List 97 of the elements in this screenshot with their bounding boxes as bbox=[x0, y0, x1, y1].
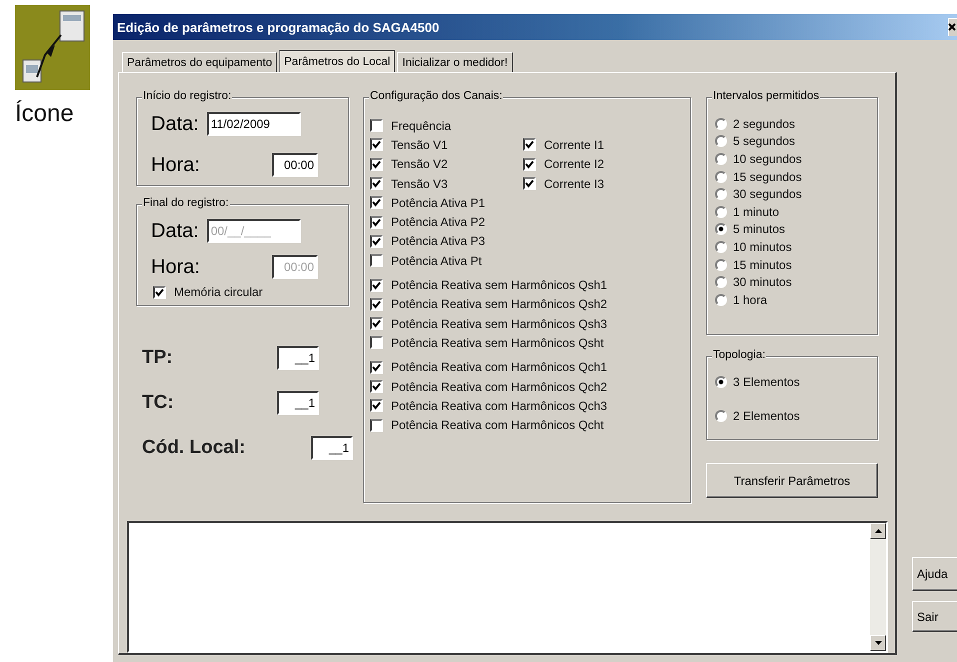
checkbox-label: Tensão V1 bbox=[391, 138, 448, 152]
radio-label: 2 segundos bbox=[733, 116, 796, 131]
radio-button[interactable] bbox=[715, 118, 727, 130]
field-label: TP: bbox=[142, 347, 173, 369]
checkbox-label: Potência Reativa sem Harmônicos Qsh3 bbox=[391, 316, 608, 331]
scrollbar[interactable] bbox=[870, 523, 886, 651]
icon-caption: Ícone bbox=[15, 100, 75, 128]
field-label: Hora: bbox=[151, 256, 200, 278]
checkbox[interactable] bbox=[370, 317, 383, 330]
radio-label: 30 segundos bbox=[733, 187, 802, 202]
radio-button[interactable] bbox=[715, 206, 727, 218]
scroll-up-icon bbox=[874, 529, 882, 534]
input-field[interactable]: __1 bbox=[277, 346, 319, 370]
meter-icon bbox=[15, 5, 90, 90]
radio-label: 2 Elementos bbox=[733, 409, 800, 424]
checkbox[interactable] bbox=[370, 177, 383, 190]
radio-button[interactable] bbox=[715, 410, 727, 422]
radio-label: 10 minutos bbox=[733, 240, 792, 254]
radio-button[interactable] bbox=[715, 135, 727, 148]
field-label: Data: bbox=[151, 220, 199, 242]
radio-button[interactable] bbox=[715, 240, 727, 253]
field-label: Hora: bbox=[151, 154, 200, 176]
input-field[interactable]: 00:00 bbox=[272, 153, 318, 177]
checkbox-label: Potência Reativa sem Harmônicos Qsh2 bbox=[391, 297, 608, 312]
checkbox-label: Potência Reativa com Harmônicos Qch3 bbox=[391, 398, 608, 413]
checkbox-label: Potência Reativa com Harmônicos Qch1 bbox=[391, 360, 608, 374]
group-title: Configuração dos Canais: bbox=[369, 90, 504, 102]
transfer-button[interactable]: Transferir Parâmetros bbox=[706, 463, 878, 498]
checkbox[interactable] bbox=[370, 158, 383, 171]
checkbox-label: Tensão V2 bbox=[391, 157, 448, 172]
radio-button[interactable] bbox=[715, 294, 727, 306]
checkbox[interactable] bbox=[523, 138, 536, 152]
checkbox-label: Potência Reativa sem Harmônicos Qsh1 bbox=[391, 278, 608, 292]
scroll-down-icon bbox=[874, 641, 882, 645]
tab[interactable]: Parâmetros do Local bbox=[279, 50, 396, 72]
radio-label: 1 minuto bbox=[733, 204, 780, 219]
checkbox[interactable] bbox=[370, 119, 383, 132]
checkbox[interactable] bbox=[153, 286, 166, 298]
close-icon bbox=[948, 23, 956, 31]
tab[interactable]: Parâmetros do equipamento bbox=[122, 52, 278, 72]
input-field[interactable]: __1 bbox=[311, 436, 353, 460]
radio-label: 3 Elementos bbox=[733, 374, 800, 389]
input-field[interactable]: 11/02/2009 bbox=[206, 112, 301, 136]
checkbox[interactable] bbox=[370, 254, 383, 268]
checkbox-label: Potência Reativa sem Harmônicos Qsht bbox=[391, 336, 604, 350]
field-label: Cód. Local: bbox=[142, 437, 246, 459]
checkbox-label: Potência Reativa com Harmônicos Qcht bbox=[391, 418, 604, 432]
close-button[interactable] bbox=[948, 18, 957, 36]
radio-button[interactable] bbox=[715, 188, 727, 200]
checkbox-label: Corrente I2 bbox=[544, 157, 604, 172]
radio-label: 15 minutos bbox=[733, 258, 792, 272]
radio-button[interactable] bbox=[715, 258, 727, 271]
checkbox-label: Potência Ativa P2 bbox=[391, 215, 486, 230]
checkbox[interactable] bbox=[370, 298, 383, 311]
checkbox[interactable] bbox=[370, 380, 383, 393]
radio-button[interactable] bbox=[715, 223, 727, 236]
checkbox-label: Potência Ativa P1 bbox=[391, 196, 486, 210]
checkbox-label: Potência Reativa com Harmônicos Qch2 bbox=[391, 380, 608, 394]
checkbox[interactable] bbox=[370, 418, 383, 432]
checkbox-label: Potência Ativa P3 bbox=[391, 234, 486, 248]
radio-button[interactable] bbox=[715, 152, 727, 165]
group-title: Topologia: bbox=[712, 349, 766, 361]
checkbox[interactable] bbox=[370, 360, 383, 374]
group-title: Início do registro: bbox=[142, 90, 232, 102]
tab[interactable]: Inicializar o medidor! bbox=[397, 52, 513, 72]
radio-button[interactable] bbox=[715, 276, 727, 288]
radio-label: 5 segundos bbox=[733, 134, 796, 148]
checkbox[interactable] bbox=[370, 234, 383, 248]
input-field[interactable]: __1 bbox=[277, 391, 319, 415]
radio-button[interactable] bbox=[715, 376, 727, 388]
radio-label: 30 minutos bbox=[733, 275, 792, 290]
field-label: TC: bbox=[142, 392, 174, 414]
radio-button[interactable] bbox=[715, 170, 727, 183]
dialog-button[interactable]: Ajuda bbox=[912, 557, 957, 591]
checkbox-label: Potência Ativa Pt bbox=[391, 254, 482, 268]
checkbox[interactable] bbox=[370, 336, 383, 350]
group-title: Final do registro: bbox=[142, 197, 230, 209]
checkbox-label: Corrente I1 bbox=[544, 138, 604, 152]
radio-label: 5 minutos bbox=[733, 222, 786, 236]
checkbox[interactable] bbox=[370, 138, 383, 152]
radio-label: 15 segundos bbox=[733, 170, 802, 184]
radio-label: 10 segundos bbox=[733, 152, 802, 166]
dialog-button[interactable]: Sair bbox=[912, 601, 957, 632]
checkbox-label: Corrente I3 bbox=[544, 176, 604, 191]
field-label: Data: bbox=[151, 112, 199, 136]
checkbox[interactable] bbox=[370, 196, 383, 210]
window-title: Edição de parâmetros e programação do SAGA4500 bbox=[117, 20, 440, 34]
radio-label: 1 hora bbox=[733, 292, 768, 307]
checkbox-label: Tensão V3 bbox=[391, 176, 448, 191]
checkbox-label: Frequência bbox=[391, 118, 452, 133]
checkbox-label: Memória circular bbox=[174, 285, 263, 299]
checkbox[interactable] bbox=[523, 158, 536, 171]
checkbox[interactable] bbox=[370, 399, 383, 412]
checkbox[interactable] bbox=[370, 216, 383, 229]
checkbox[interactable] bbox=[370, 278, 383, 292]
checkbox[interactable] bbox=[523, 177, 536, 190]
group-title: Intervalos permitidos bbox=[712, 90, 820, 102]
